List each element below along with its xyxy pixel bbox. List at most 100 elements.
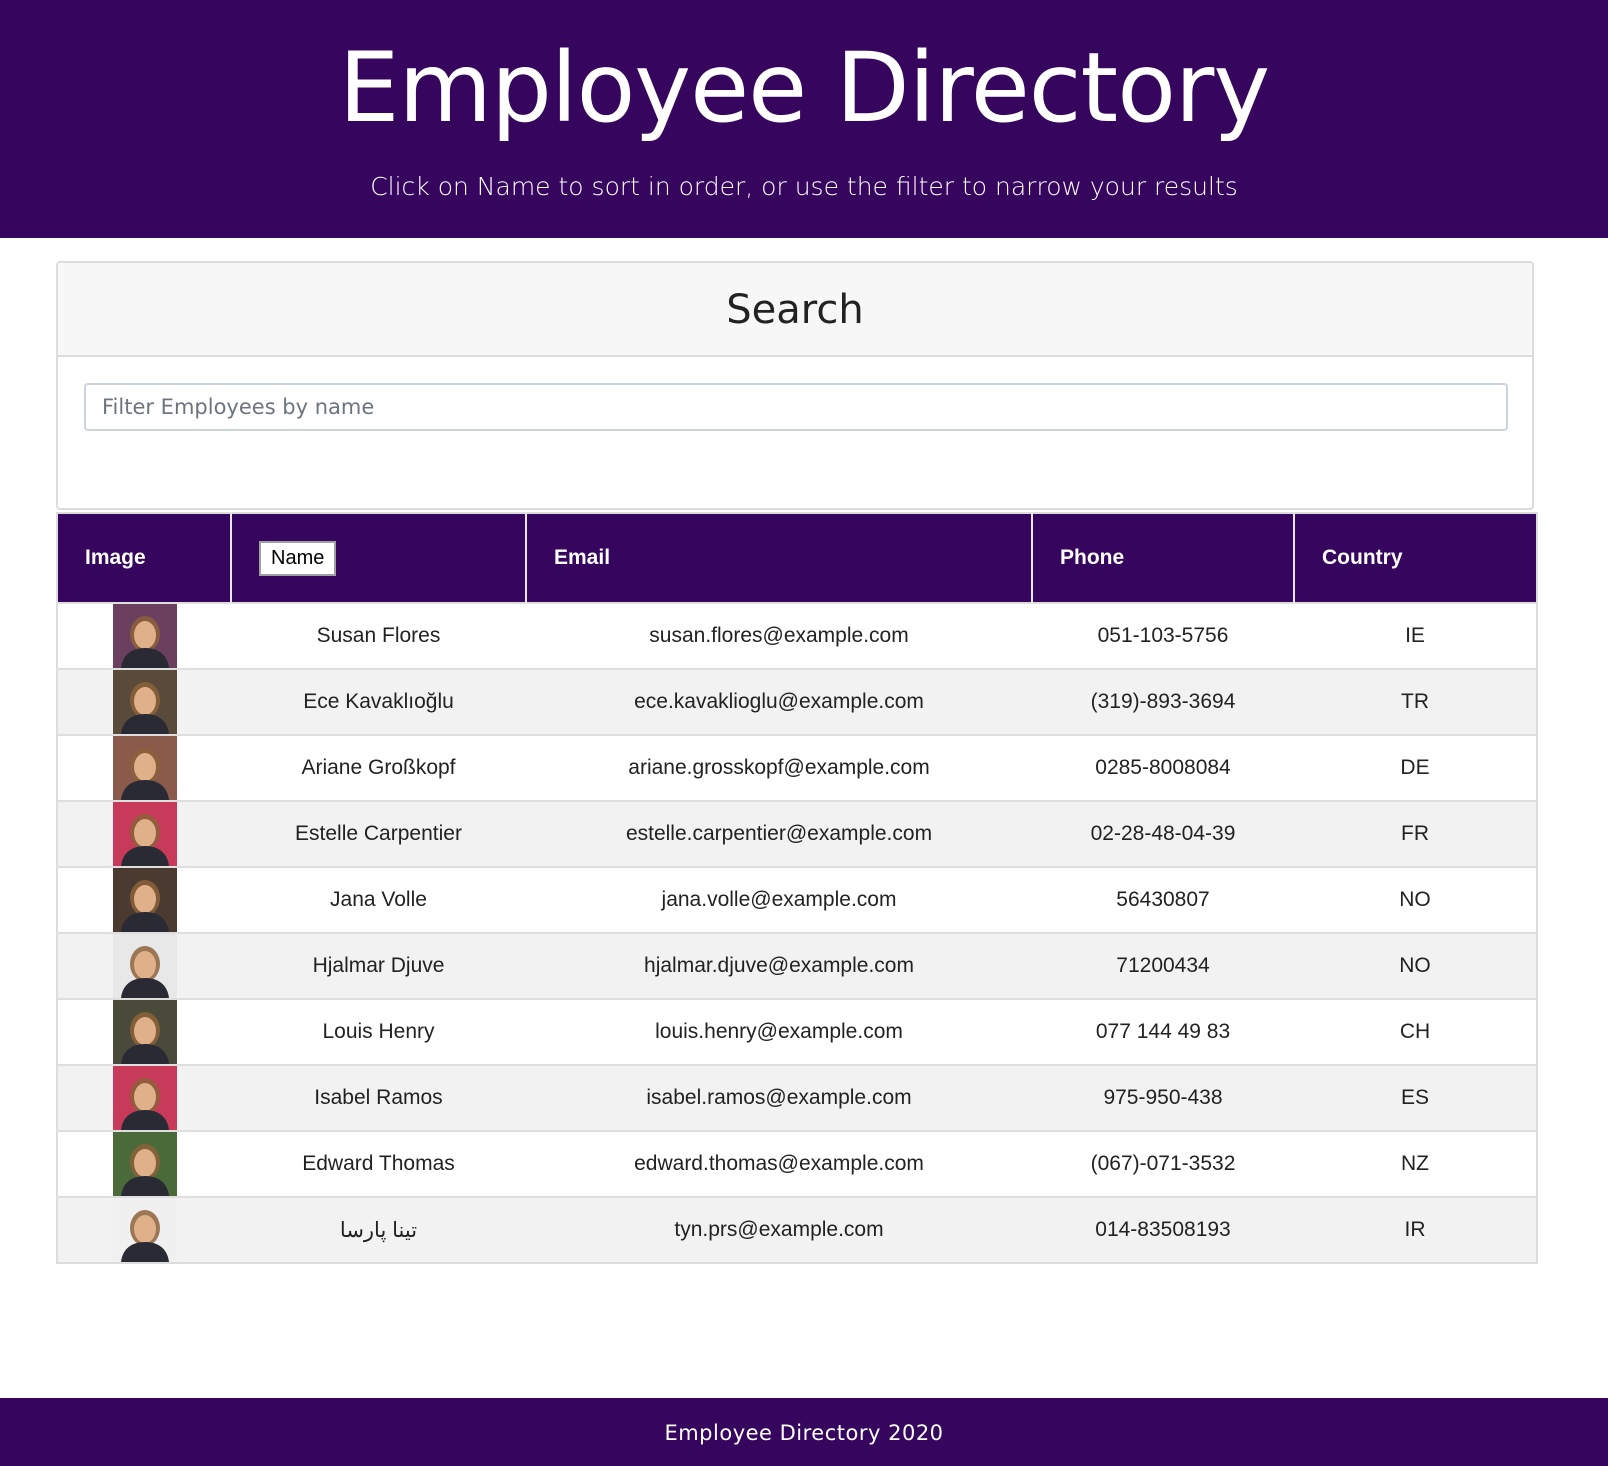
cell-email: isabel.ramos@example.com [526,1064,1032,1131]
table-body: Susan Flores susan.flores@example.com 051-… [57,602,1537,1263]
table-row: Isabel Ramos isabel.ramos@example.com 975-… [57,1064,1537,1131]
cell-image [57,1064,231,1131]
cell-phone: 077 144 49 83 [1032,998,1294,1065]
cell-email: tyn.prs@example.com [526,1196,1032,1263]
column-header-email: Email [526,513,1033,603]
avatar-image [112,1132,177,1196]
avatar-image [112,604,177,668]
column-header-name: Name [231,513,527,603]
table-header-row: Image Name Email Phone Country [57,513,1537,603]
cell-country: FR [1294,800,1537,867]
cell-name: Ece Kavaklıoğlu [231,668,526,735]
cell-image [57,800,231,867]
cell-email: estelle.carpentier@example.com [526,800,1032,867]
cell-email: ece.kavaklioglu@example.com [526,668,1032,735]
cell-name: Edward Thomas [231,1130,526,1197]
avatar [112,1198,177,1262]
cell-name: Susan Flores [231,602,526,669]
cell-name: Jana Volle [231,866,526,933]
cell-image [57,734,231,801]
column-header-country: Country [1294,513,1537,603]
avatar [112,868,177,932]
cell-country: NO [1294,866,1537,933]
cell-country: TR [1294,668,1537,735]
avatar [112,604,177,668]
cell-phone: 71200434 [1032,932,1294,999]
cell-email: ariane.grosskopf@example.com [526,734,1032,801]
cell-name: Ariane Großkopf [231,734,526,801]
cell-country: CH [1294,998,1537,1065]
avatar [112,802,177,866]
employee-table: Image Name Email Phone Country Susan Flo… [56,512,1538,1264]
cell-email: hjalmar.djuve@example.com [526,932,1032,999]
avatar-image [112,934,177,998]
avatar [112,736,177,800]
avatar [112,1000,177,1064]
avatar-image [112,802,177,866]
cell-email: louis.henry@example.com [526,998,1032,1065]
table-row: Estelle Carpentier estelle.carpentier@exa… [57,800,1537,867]
cell-image [57,932,231,999]
cell-image [57,866,231,933]
avatar-image [112,1000,177,1064]
cell-phone: 0285-8008084 [1032,734,1294,801]
cell-name: Hjalmar Djuve [231,932,526,999]
cell-phone: 56430807 [1032,866,1294,933]
cell-phone: 975-950-438 [1032,1064,1294,1131]
search-card-title: Search [726,287,864,333]
sort-by-name-button[interactable]: Name [259,540,337,576]
cell-image [57,668,231,735]
page-subtitle: Click on Name to sort in order, or use t… [370,172,1238,201]
search-input[interactable] [84,383,1508,431]
avatar [112,1132,177,1196]
cell-email: jana.volle@example.com [526,866,1032,933]
cell-email: edward.thomas@example.com [526,1130,1032,1197]
table-row: Hjalmar Djuve hjalmar.djuve@example.com 71… [57,932,1537,999]
avatar-image [112,670,177,734]
table-row: تینا پارسا tyn.prs@example.com 014-8350819… [57,1196,1537,1263]
cell-country: NO [1294,932,1537,999]
avatar [112,1066,177,1130]
cell-country: NZ [1294,1130,1537,1197]
cell-image [57,998,231,1065]
footer-text: Employee Directory 2020 [664,1421,944,1445]
avatar [112,934,177,998]
table-row: Louis Henry louis.henry@example.com 077 14… [57,998,1537,1065]
table-row: Ariane Großkopf ariane.grosskopf@example.… [57,734,1537,801]
cell-country: DE [1294,734,1537,801]
page-footer: Employee Directory 2020 [0,1398,1608,1466]
cell-name: Isabel Ramos [231,1064,526,1131]
column-header-image: Image [57,513,232,603]
page: Employee Directory Click on Name to sort… [0,0,1608,1466]
cell-phone: 051-103-5756 [1032,602,1294,669]
cell-country: IE [1294,602,1537,669]
cell-phone: 02-28-48-04-39 [1032,800,1294,867]
table-header: Image Name Email Phone Country [57,513,1537,603]
avatar-image [112,736,177,800]
table-row: Jana Volle jana.volle@example.com 56430807… [57,866,1537,933]
avatar-image [112,868,177,932]
avatar-image [112,1198,177,1262]
search-card: Search [56,261,1534,510]
cell-phone: (319)-893-3694 [1032,668,1294,735]
cell-country: IR [1294,1196,1537,1263]
cell-phone: 014-83508193 [1032,1196,1294,1263]
cell-image [57,1196,231,1263]
cell-image [57,1130,231,1197]
cell-name: Louis Henry [231,998,526,1065]
cell-image [57,602,231,669]
page-header: Employee Directory Click on Name to sort… [0,0,1608,238]
table-row: Edward Thomas edward.thomas@example.com (0… [57,1130,1537,1197]
cell-phone: (067)-071-3532 [1032,1130,1294,1197]
employee-table-wrapper: Image Name Email Phone Country Susan Flo… [56,512,1538,1264]
table-row: Susan Flores susan.flores@example.com 051-… [57,602,1537,669]
cell-email: susan.flores@example.com [526,602,1032,669]
search-card-header: Search [58,263,1532,357]
avatar [112,670,177,734]
avatar-image [112,1066,177,1130]
cell-country: ES [1294,1064,1537,1131]
cell-name: تینا پارسا [231,1196,526,1263]
page-title: Employee Directory [338,32,1270,144]
table-row: Ece Kavaklıoğlu ece.kavaklioglu@example.c… [57,668,1537,735]
column-header-phone: Phone [1032,513,1295,603]
